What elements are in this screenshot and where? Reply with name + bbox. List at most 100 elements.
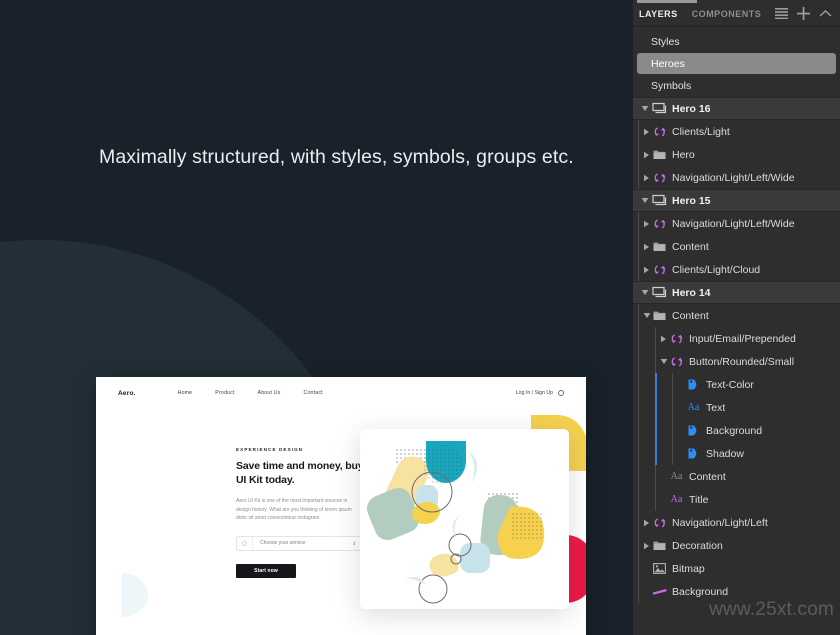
- layer-name: Clients/Light/Cloud: [672, 263, 761, 276]
- indent-guide: [638, 419, 639, 442]
- disclosure-collapsed-icon[interactable]: [641, 151, 652, 159]
- choose-service-select[interactable]: Choose your service ⇕: [236, 535, 364, 551]
- layer-name: Background: [672, 585, 729, 598]
- disclosure-collapsed-icon[interactable]: [641, 542, 652, 550]
- layer-row[interactable]: Navigation/Light/Left/Wide: [633, 212, 840, 235]
- indent-guide: [655, 396, 657, 419]
- text-style-icon-purple: Aa: [670, 494, 683, 505]
- indent-guide: [638, 488, 639, 511]
- tab-layers[interactable]: LAYERS: [639, 7, 678, 19]
- disclosure-collapsed-icon[interactable]: [641, 220, 652, 228]
- folder-icon: [652, 310, 667, 321]
- symbol-icon: [669, 356, 684, 368]
- artboard-icon: [652, 194, 667, 207]
- layer-name: Button/Rounded/Small: [689, 355, 795, 368]
- disclosure-collapsed-icon[interactable]: [641, 519, 652, 527]
- indent-guide: [655, 373, 657, 396]
- layer-row[interactable]: Content: [633, 304, 840, 327]
- layer-row[interactable]: Navigation/Light/Left/Wide: [633, 166, 840, 189]
- indent-guide: [638, 557, 639, 580]
- page-title: Maximally structured, with styles, symbo…: [99, 146, 574, 168]
- disclosure-collapsed-icon[interactable]: [641, 243, 652, 251]
- artboard-name: Hero 15: [672, 194, 711, 207]
- layer-name: Content: [689, 470, 726, 483]
- layer-name: Hero: [672, 148, 695, 161]
- mockup-nav-links: Home Product About Us Contact: [178, 390, 323, 396]
- layer-row[interactable]: Background: [633, 419, 840, 442]
- layer-row[interactable]: Aa Title: [633, 488, 840, 511]
- layer-row[interactable]: Clients/Light/Cloud: [633, 258, 840, 281]
- text-style-icon-gray: Aa: [670, 471, 683, 482]
- layer-row[interactable]: Bitmap: [633, 557, 840, 580]
- disclosure-expanded-icon[interactable]: [658, 358, 669, 365]
- indent-guide: [672, 442, 673, 465]
- layer-row[interactable]: Shadow: [633, 442, 840, 465]
- chevron-up-icon[interactable]: [819, 9, 832, 18]
- layer-name: Shadow: [706, 447, 744, 460]
- indent-guide: [638, 166, 639, 189]
- active-tab-indicator: [637, 0, 697, 3]
- artboard-name: Hero 14: [672, 286, 711, 299]
- symbol-icon: [652, 172, 667, 184]
- group-label: Styles: [651, 35, 680, 48]
- circle-icon: [242, 540, 247, 546]
- start-now-button[interactable]: Start now: [236, 563, 296, 578]
- indent-guide: [638, 212, 639, 235]
- layer-row[interactable]: Content: [633, 235, 840, 258]
- indent-guide: [672, 373, 673, 396]
- indent-guide: [638, 350, 639, 373]
- disclosure-collapsed-icon[interactable]: [641, 266, 652, 274]
- group-item-heroes[interactable]: Heroes: [637, 53, 836, 74]
- disclosure-expanded-icon[interactable]: [639, 289, 650, 296]
- layer-row[interactable]: Text-Color: [633, 373, 840, 396]
- layer-row[interactable]: Aa Content: [633, 465, 840, 488]
- style-icon: [686, 447, 701, 460]
- layer-row[interactable]: Clients/Light: [633, 120, 840, 143]
- layer-name: Title: [689, 493, 709, 506]
- plus-icon[interactable]: [797, 6, 811, 20]
- artboard-header[interactable]: Hero 15: [633, 189, 840, 212]
- abstract-illustration: [366, 441, 545, 604]
- nav-link-home[interactable]: Home: [178, 390, 193, 396]
- indent-guide: [672, 396, 673, 419]
- layers-panel: LAYERS COMPONENTS Styles Heroes Symbols …: [633, 0, 840, 635]
- login-signup-link[interactable]: Log In / Sign Up: [516, 390, 553, 396]
- layer-row[interactable]: Input/Email/Prepended: [633, 327, 840, 350]
- bitmap-icon: [652, 563, 667, 574]
- nav-link-about-us[interactable]: About Us: [258, 390, 281, 396]
- disclosure-collapsed-icon[interactable]: [658, 335, 669, 343]
- disclosure-expanded-icon[interactable]: [639, 197, 650, 204]
- layer-row[interactable]: Navigation/Light/Left: [633, 511, 840, 534]
- style-icon: [686, 378, 701, 391]
- layer-row[interactable]: Button/Rounded/Small: [633, 350, 840, 373]
- layer-row[interactable]: Background: [633, 580, 840, 603]
- layer-row[interactable]: Decoration: [633, 534, 840, 557]
- artboard-header[interactable]: Hero 14: [633, 281, 840, 304]
- disclosure-collapsed-icon[interactable]: [641, 174, 652, 182]
- layer-row[interactable]: Hero: [633, 143, 840, 166]
- start-now-label: Start now: [254, 567, 278, 574]
- layer-name: Navigation/Light/Left/Wide: [672, 217, 795, 230]
- layer-name: Bitmap: [672, 562, 705, 575]
- mockup-logo[interactable]: Aero.: [118, 390, 136, 397]
- indent-guide: [638, 304, 639, 327]
- artboard-header[interactable]: Hero 16: [633, 97, 840, 120]
- indent-guide: [638, 442, 639, 465]
- disclosure-expanded-icon[interactable]: [641, 312, 652, 319]
- tab-components[interactable]: COMPONENTS: [692, 7, 762, 19]
- disclosure-collapsed-icon[interactable]: [641, 128, 652, 136]
- hero-body-text: Aero UI Kit is one of the most important…: [236, 498, 352, 522]
- nav-link-contact[interactable]: Contact: [304, 390, 323, 396]
- panel-tabbar: LAYERS COMPONENTS: [633, 0, 840, 27]
- indent-guide: [655, 488, 656, 511]
- folder-icon: [652, 149, 667, 160]
- nav-link-product[interactable]: Product: [215, 390, 234, 396]
- group-item-symbols[interactable]: Symbols: [633, 74, 840, 97]
- disclosure-expanded-icon[interactable]: [639, 105, 650, 112]
- layer-row[interactable]: Aa Text: [633, 396, 840, 419]
- layer-name: Navigation/Light/Left/Wide: [672, 171, 795, 184]
- symbol-icon: [652, 126, 667, 138]
- list-menu-icon[interactable]: [775, 7, 789, 19]
- group-item-styles[interactable]: Styles: [633, 30, 840, 53]
- mockup-auth-area[interactable]: Log In / Sign Up: [516, 390, 564, 396]
